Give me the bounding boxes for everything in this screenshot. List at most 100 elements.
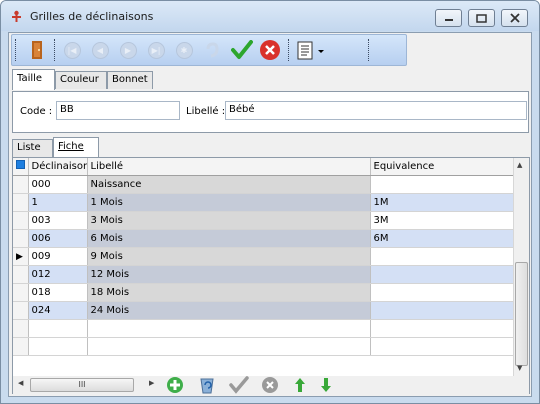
libelle-cell[interactable]: 6 Mois [87, 229, 371, 248]
last-record-button[interactable]: ▶| [144, 38, 168, 62]
scroll-left-icon[interactable]: ◀ [18, 379, 23, 387]
window-title: Grilles de déclinaisons [30, 10, 154, 23]
table-row[interactable]: 003 3 Mois 3M [13, 211, 514, 230]
cancel-row-button[interactable] [260, 376, 280, 394]
table-row[interactable]: 018 18 Mois [13, 283, 514, 302]
libelle-cell[interactable]: 3 Mois [87, 211, 371, 230]
empty-cell[interactable] [370, 337, 514, 356]
add-row-button[interactable] [165, 376, 185, 394]
empty-cell[interactable] [87, 319, 371, 338]
tab-taille[interactable]: Taille [12, 69, 55, 90]
scroll-up-icon[interactable]: ▲ [517, 161, 522, 169]
empty-cell[interactable] [28, 319, 88, 338]
delete-row-button[interactable] [197, 376, 217, 394]
row-indicator[interactable] [13, 283, 29, 302]
empty-cell[interactable] [370, 319, 514, 338]
app-icon [12, 10, 21, 22]
declinaison-cell[interactable]: 1 [28, 193, 88, 212]
table-row[interactable]: 024 24 Mois [13, 301, 514, 320]
scroll-right-icon[interactable]: ▶ [149, 379, 154, 387]
equivalence-cell[interactable]: 6M [370, 229, 514, 248]
libelle-label: Libellé : [186, 106, 226, 117]
vertical-scroll-thumb[interactable] [515, 262, 528, 366]
previous-record-button[interactable]: ◀ [88, 38, 112, 62]
toolbar-separator [368, 39, 371, 61]
tab-liste[interactable]: Liste [12, 139, 53, 157]
column-header-declinaison[interactable]: Déclinaisor [28, 158, 88, 176]
empty-row[interactable] [13, 319, 514, 338]
libelle-cell[interactable]: 18 Mois [87, 283, 371, 302]
next-record-button[interactable]: ▶ [116, 38, 140, 62]
move-down-button[interactable] [316, 376, 336, 394]
table-row[interactable]: 006 6 Mois 6M [13, 229, 514, 248]
column-header-libelle[interactable]: Libellé [87, 158, 371, 176]
libelle-cell[interactable]: 9 Mois [87, 247, 371, 266]
table-row[interactable]: 012 12 Mois [13, 265, 514, 284]
empty-cell[interactable] [87, 337, 371, 356]
tab-fiche[interactable]: Fiche [53, 137, 99, 158]
row-indicator[interactable] [13, 337, 29, 356]
declinaison-cell[interactable]: 009 [28, 247, 88, 266]
row-indicator[interactable] [13, 265, 29, 284]
row-indicator[interactable] [13, 211, 29, 230]
libelle-cell[interactable]: 24 Mois [87, 301, 371, 320]
tab-label: Taille [17, 73, 43, 84]
row-indicator[interactable] [13, 175, 29, 194]
title-bar[interactable]: Grilles de déclinaisons [1, 1, 539, 31]
header-panel: Code : BB Libellé : Bébé [12, 91, 529, 133]
code-field[interactable]: BB [56, 101, 180, 120]
libelle-cell[interactable]: 1 Mois [87, 193, 371, 212]
tab-bonnet[interactable]: Bonnet [107, 71, 153, 89]
declinaison-cell[interactable]: 003 [28, 211, 88, 230]
tab-label: Liste [17, 142, 41, 153]
horizontal-scroll-thumb[interactable]: III [30, 378, 134, 392]
column-header-equivalence[interactable]: Equivalence [370, 158, 514, 176]
validate-row-button[interactable] [229, 376, 249, 394]
equivalence-cell[interactable] [370, 247, 514, 266]
equivalence-cell[interactable] [370, 301, 514, 320]
equivalence-cell[interactable] [370, 175, 514, 194]
table-row[interactable]: 000 Naissance [13, 175, 514, 194]
first-record-button[interactable]: |◀ [60, 38, 84, 62]
maximize-button[interactable] [468, 9, 495, 27]
exit-button[interactable] [25, 38, 49, 62]
close-button[interactable] [501, 9, 528, 27]
row-indicator[interactable] [13, 193, 29, 212]
report-menu-button[interactable] [295, 38, 327, 62]
libelle-cell[interactable]: 12 Mois [87, 265, 371, 284]
declinaison-cell[interactable]: 012 [28, 265, 88, 284]
table-row[interactable]: 11 Mois 1M [13, 193, 514, 212]
grid-table: Déclinaisor Libellé Equivalence 000 Naiss… [13, 158, 514, 356]
select-all-cell[interactable] [13, 158, 29, 176]
declinaison-cell[interactable]: 000 [28, 175, 88, 194]
declinaison-cell[interactable]: 018 [28, 283, 88, 302]
move-up-button[interactable] [290, 376, 310, 394]
horizontal-scrollbar[interactable]: ◀ III ▶ [17, 377, 160, 393]
libelle-field[interactable]: Bébé [225, 101, 527, 120]
last-record-icon: ▶| [147, 41, 165, 59]
equivalence-cell[interactable] [370, 283, 514, 302]
window: Grilles de déclinaisons |◀ ◀ ▶ ▶| ✱ Tail… [0, 0, 540, 404]
equivalence-cell[interactable]: 1M [370, 193, 514, 212]
row-indicator[interactable] [13, 301, 29, 320]
equivalence-cell[interactable] [370, 265, 514, 284]
refresh-button[interactable]: ✱ [172, 38, 196, 62]
vertical-scrollbar[interactable]: ▲ ▼ [513, 158, 529, 376]
scroll-down-icon[interactable]: ▼ [517, 364, 522, 372]
row-indicator[interactable]: ▶ [13, 247, 29, 266]
toolbar-grip[interactable] [15, 39, 18, 61]
declinaison-cell[interactable]: 006 [28, 229, 88, 248]
tab-couleur[interactable]: Couleur [55, 71, 107, 89]
minimize-button[interactable] [435, 9, 462, 27]
undo-button[interactable] [200, 38, 224, 62]
table-row[interactable]: ▶ 009 9 Mois [13, 247, 514, 266]
validate-button[interactable] [230, 38, 254, 62]
cancel-button[interactable] [258, 38, 282, 62]
row-indicator[interactable] [13, 319, 29, 338]
declinaison-cell[interactable]: 024 [28, 301, 88, 320]
row-indicator[interactable] [13, 229, 29, 248]
empty-row[interactable] [13, 337, 514, 356]
empty-cell[interactable] [28, 337, 88, 356]
libelle-cell[interactable]: Naissance [87, 175, 371, 194]
equivalence-cell[interactable]: 3M [370, 211, 514, 230]
